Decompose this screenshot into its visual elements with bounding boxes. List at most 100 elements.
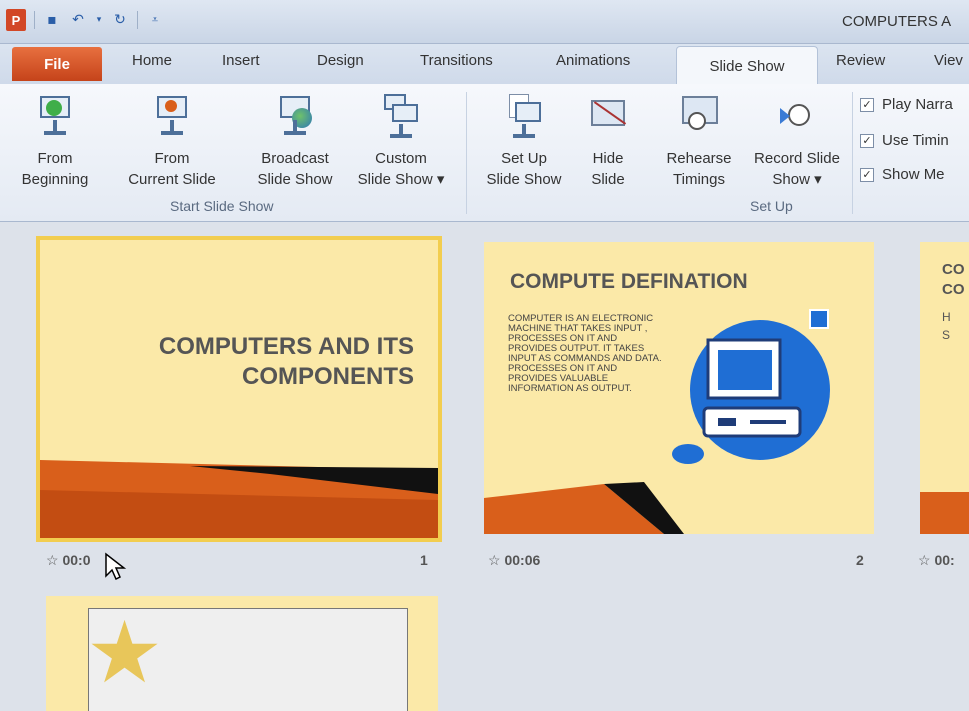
transition-star-icon: ☆ [488, 552, 501, 568]
slide-3-title: CO CO [942, 260, 965, 300]
rehearse-label-1: Rehearse [666, 150, 732, 167]
tab-review[interactable]: Review [836, 52, 885, 69]
group-divider [466, 92, 467, 214]
tab-transitions[interactable]: Transitions [420, 52, 493, 69]
custom-label-2: Slide Show ▾ [357, 171, 445, 188]
projector-play-icon [34, 92, 76, 138]
slide-2-title: COMPUTE DEFINATION [510, 270, 748, 293]
tab-insert[interactable]: Insert [222, 52, 260, 69]
rehearse-timings-button[interactable]: Rehearse Timings [658, 92, 740, 190]
record-slide-show-button[interactable]: Record Slide Show ▾ [744, 92, 850, 190]
from-beginning-label-1: From [37, 150, 73, 167]
custom-slide-show-button[interactable]: Custom Slide Show ▾ [348, 92, 454, 190]
tab-file[interactable]: File [12, 47, 102, 81]
slide-thumbnail-1[interactable]: COMPUTERS AND ITS COMPONENTS [36, 236, 442, 542]
slide-3-timing: ☆ 00: [918, 552, 955, 569]
group-label-set-up: Set Up [750, 198, 793, 214]
window-title: COMPUTERS A [842, 13, 952, 30]
custom-label-1: Custom [375, 150, 427, 167]
slide-thumbnail-4[interactable]: ★ [46, 596, 438, 711]
slide-1-title: COMPUTERS AND ITS COMPONENTS [94, 332, 414, 392]
powerpoint-logo-icon[interactable]: P [6, 9, 26, 31]
rehearse-timings-icon [678, 92, 720, 138]
customize-icon[interactable]: ⩡ [146, 13, 164, 27]
checkbox-checked[interactable]: ✓ [860, 97, 874, 112]
tab-home[interactable]: Home [132, 52, 172, 69]
use-timings-label: Use Timin [882, 132, 949, 149]
group-label-start-slide-show: Start Slide Show [170, 198, 274, 214]
broadcast-slide-show-button[interactable]: Broadcast Slide Show [244, 92, 346, 190]
star-icon: ★ [86, 603, 164, 703]
setup-show-icon [503, 92, 545, 138]
broadcast-label-2: Slide Show [257, 171, 333, 188]
slide-2-body: COMPUTER IS AN ELECTRONIC MACHINE THAT T… [508, 313, 662, 394]
slide-3-bullets: H S [942, 308, 951, 344]
play-narrations-label: Play Narra [882, 96, 953, 113]
slide-1-title-line-1: COMPUTERS AND ITS [158, 333, 414, 360]
save-icon[interactable]: ▪ [43, 12, 61, 28]
slide-thumbnail-2[interactable]: COMPUTE DEFINATION COMPUTER IS AN ELECTR… [484, 242, 874, 534]
record-label-2: Show ▾ [772, 171, 822, 188]
slide-2-time: 00:06 [504, 552, 541, 568]
slide-1-timing: ☆ 00:0 [46, 552, 90, 569]
slide-3-bullet-1: H [942, 310, 951, 324]
from-current-slide-button[interactable]: From Current Slide [114, 92, 230, 190]
show-media-label: Show Me [882, 166, 945, 183]
checkbox-checked[interactable]: ✓ [860, 133, 874, 148]
dropdown-icon[interactable]: ▾ [95, 15, 103, 25]
slide-3-title-line-1: CO [942, 261, 965, 278]
hide-slide-icon [587, 92, 629, 138]
tab-view[interactable]: Viev [934, 52, 963, 69]
tab-design[interactable]: Design [317, 52, 364, 69]
setup-label-1: Set Up [501, 150, 547, 167]
title-bar: P ▪ ↶ ▾ ↻ ⩡ COMPUTERS A [0, 0, 969, 44]
divider [34, 11, 35, 29]
from-beginning-label-2: Beginning [21, 171, 89, 188]
use-timings-checkbox[interactable]: ✓ Use Timin [860, 132, 949, 149]
quick-access-toolbar: P ▪ ↶ ▾ ↻ ⩡ [6, 9, 164, 31]
slide-3-bullet-2: S [942, 328, 951, 342]
slide-sorter[interactable]: COMPUTERS AND ITS COMPONENTS ☆ 00:0 1 CO… [0, 222, 969, 711]
transition-star-icon: ☆ [46, 552, 59, 568]
slide-thumbnail-3[interactable]: CO CO H S [920, 242, 969, 534]
checkbox-checked[interactable]: ✓ [860, 167, 874, 182]
tab-slide-show[interactable]: Slide Show [676, 46, 818, 86]
show-media-controls-checkbox[interactable]: ✓ Show Me [860, 166, 945, 183]
hide-label-1: Hide [592, 150, 624, 167]
rehearse-label-2: Timings [673, 171, 725, 188]
from-current-label-1: From [154, 150, 190, 167]
hide-label-2: Slide [591, 171, 625, 188]
custom-show-icon [380, 92, 422, 138]
from-beginning-button[interactable]: From Beginning [0, 92, 110, 190]
slide-3-orange-swoosh [920, 492, 969, 534]
broadcast-label-1: Broadcast [261, 150, 329, 167]
redo-icon[interactable]: ↻ [111, 12, 129, 28]
projector-globe-icon [274, 92, 316, 138]
group-divider [852, 92, 853, 214]
mouse-cursor-icon [105, 552, 127, 580]
slide-1-orange-swoosh [40, 460, 438, 538]
set-up-slide-show-button[interactable]: Set Up Slide Show [474, 92, 574, 190]
slide-2-orange-swoosh [484, 482, 684, 534]
transition-star-icon: ☆ [918, 552, 931, 568]
record-stopwatch-icon [776, 92, 818, 138]
slide-1-number: 1 [420, 552, 428, 568]
record-label-1: Record Slide [754, 150, 840, 167]
play-narrations-checkbox[interactable]: ✓ Play Narra [860, 96, 953, 113]
slide-3-time: 00: [934, 552, 955, 568]
slide-1-title-line-2: COMPONENTS [241, 363, 414, 390]
tab-animations[interactable]: Animations [556, 52, 630, 69]
computer-clipart-icon [672, 309, 830, 464]
slide-1-time: 00:0 [62, 552, 91, 568]
from-current-label-2: Current Slide [128, 171, 216, 188]
projector-chart-icon [151, 92, 193, 138]
undo-icon[interactable]: ↶ [69, 12, 87, 28]
slide-2-timing: ☆ 00:06 [488, 552, 540, 569]
divider [137, 11, 138, 29]
hide-slide-button[interactable]: Hide Slide [580, 92, 636, 190]
ribbon: From Beginning From Current Slide Broadc… [0, 84, 969, 222]
ribbon-tabs: File Home Insert Design Transitions Anim… [0, 44, 969, 86]
slide-2-number: 2 [856, 552, 864, 568]
slide-3-title-line-2: CO [942, 281, 965, 298]
setup-label-2: Slide Show [486, 171, 562, 188]
